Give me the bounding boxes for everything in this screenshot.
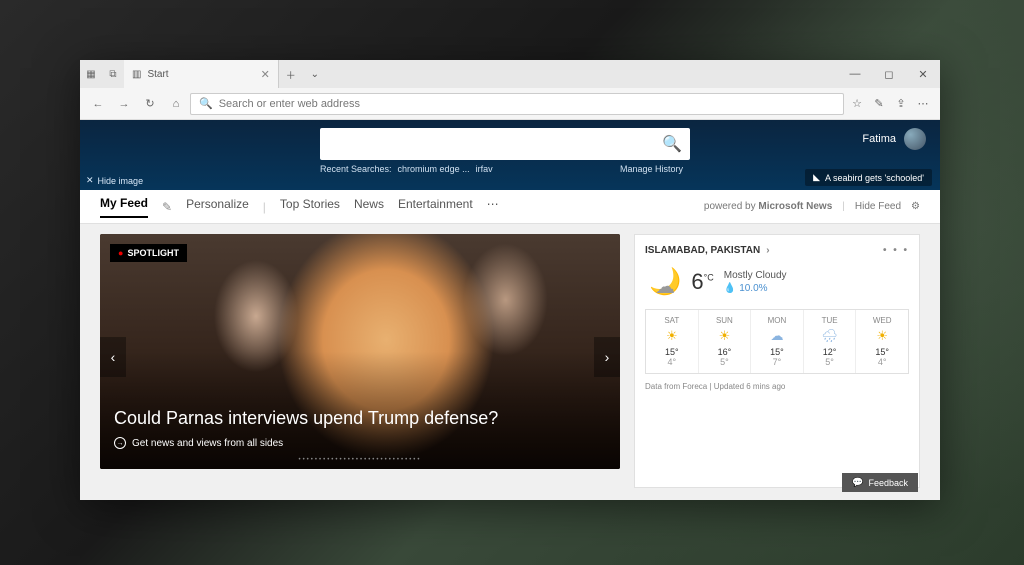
browser-window: ▦ ⧉ ▥ Start ✕ ＋ ⌄ — ◻ ✕ ← → ↻ ⌂ 🔍 Search… (80, 60, 940, 500)
droplet-icon: 💧 (724, 283, 736, 294)
day-name: WED (858, 316, 906, 325)
tab-news[interactable]: News (354, 197, 384, 217)
bing-icon: ◣ (813, 172, 820, 183)
low-temp: 4° (858, 357, 906, 367)
high-temp: 15° (753, 347, 801, 357)
forecast-icon: ☀ (858, 328, 906, 344)
weather-precip: 💧 10.0% (724, 283, 787, 294)
user-name: Fatima (862, 133, 896, 145)
recent-search-link[interactable]: chromium edge ... (398, 164, 470, 174)
refresh-button[interactable]: ↻ (138, 97, 162, 110)
low-temp: 7° (753, 357, 801, 367)
new-tab-button[interactable]: ＋ (279, 67, 303, 82)
carousel-dots[interactable]: •••••••••••••••••••••••••••••• (298, 457, 421, 463)
carousel-next-button[interactable]: › (594, 337, 620, 377)
back-button[interactable]: ← (86, 98, 110, 110)
low-temp: 5° (806, 357, 854, 367)
spotlight-subline[interactable]: → Get news and views from all sides (114, 437, 283, 449)
favorite-button[interactable]: ☆ (846, 97, 868, 110)
tab-entertainment[interactable]: Entertainment (398, 197, 473, 217)
more-tabs-icon[interactable]: ⋯ (487, 197, 499, 217)
recent-searches: Recent Searches: chromium edge ... irfav (320, 164, 493, 174)
hero-search-input[interactable]: 🔍 (320, 128, 690, 160)
user-account[interactable]: Fatima (862, 128, 926, 150)
settings-icon[interactable]: ⚙ (911, 201, 920, 212)
address-placeholder: Search or enter web address (219, 98, 360, 110)
tab-favicon-icon: ▥ (132, 69, 141, 80)
reading-list-icon[interactable]: ✎ (868, 97, 890, 110)
maximize-button[interactable]: ◻ (872, 68, 906, 81)
close-icon: ✕ (86, 175, 94, 186)
toolbar: ← → ↻ ⌂ 🔍 Search or enter web address ☆ … (80, 88, 940, 120)
avatar (904, 128, 926, 150)
forecast-icon: ☀ (648, 328, 696, 344)
forecast-day[interactable]: WED ☀ 15°4° (856, 310, 908, 373)
high-temp: 15° (648, 347, 696, 357)
forecast-day[interactable]: SAT ☀ 15°4° (646, 310, 699, 373)
day-name: MON (753, 316, 801, 325)
arrow-right-icon: → (114, 437, 126, 449)
address-bar[interactable]: 🔍 Search or enter web address (190, 93, 844, 115)
forecast-icon: ☁ (753, 328, 801, 344)
pencil-icon: ✎ (162, 200, 172, 214)
weather-footer: Data from Foreca | Updated 6 mins ago (645, 382, 909, 391)
tab-my-feed[interactable]: My Feed (100, 196, 148, 218)
low-temp: 5° (701, 357, 749, 367)
feedback-button[interactable]: 💬 Feedback (842, 473, 918, 492)
spotlight-image (100, 234, 620, 469)
chevron-right-icon: › (766, 245, 769, 256)
search-icon: 🔍 (199, 97, 213, 110)
high-temp: 15° (858, 347, 906, 357)
day-name: TUE (806, 316, 854, 325)
feed-nav: My Feed ✎ Personalize | Top Stories News… (80, 190, 940, 224)
day-name: SUN (701, 316, 749, 325)
close-tab-icon[interactable]: ✕ (261, 68, 270, 81)
spotlight-headline: Could Parnas interviews upend Trump defe… (114, 408, 498, 429)
high-temp: 16° (701, 347, 749, 357)
content-area: ●SPOTLIGHT ‹ › Could Parnas interviews u… (80, 224, 940, 500)
spotlight-badge: ●SPOTLIGHT (110, 244, 187, 262)
tab-menu-icon[interactable]: ⌄ (303, 69, 327, 80)
weather-card: ISLAMABAD, PAKISTAN › • • • 🌙☁ 6°C Mostl… (634, 234, 920, 488)
forecast-day[interactable]: TUE 🌧 12°5° (804, 310, 857, 373)
forecast-row: SAT☀15°4°SUN☀16°5°MON☁15°7°TUE🌧12°5°WED☀… (645, 309, 909, 374)
minimize-button[interactable]: — (838, 68, 872, 81)
high-temp: 12° (806, 347, 854, 357)
weather-condition: Mostly Cloudy (724, 270, 787, 281)
share-button[interactable]: ⇪ (890, 97, 912, 110)
weather-current: 🌙☁ 6°C Mostly Cloudy 💧 10.0% (645, 256, 909, 309)
close-window-button[interactable]: ✕ (906, 68, 940, 81)
home-button[interactable]: ⌂ (164, 98, 188, 110)
manage-history-link[interactable]: Manage History (620, 164, 683, 174)
forecast-icon: ☀ (701, 328, 749, 344)
search-icon[interactable]: 🔍 (662, 134, 682, 154)
tabs-aside-icon[interactable]: ▦ (80, 69, 102, 80)
weather-more-icon[interactable]: • • • (883, 245, 909, 256)
titlebar: ▦ ⧉ ▥ Start ✕ ＋ ⌄ — ◻ ✕ (80, 60, 940, 88)
tabs-preview-icon[interactable]: ⧉ (102, 69, 124, 80)
recent-search-link[interactable]: irfav (476, 164, 493, 174)
browser-tab[interactable]: ▥ Start ✕ (124, 60, 279, 88)
bing-image-caption[interactable]: ◣ A seabird gets 'schooled' (805, 169, 932, 186)
day-name: SAT (648, 316, 696, 325)
forward-button[interactable]: → (112, 98, 136, 110)
low-temp: 4° (648, 357, 696, 367)
hide-feed-link[interactable]: Hide Feed (855, 201, 901, 212)
hero-banner: 🔍 Recent Searches: chromium edge ... irf… (80, 120, 940, 190)
spotlight-card[interactable]: ●SPOTLIGHT ‹ › Could Parnas interviews u… (100, 234, 620, 469)
forecast-day[interactable]: SUN ☀ 16°5° (699, 310, 752, 373)
powered-by-label: powered by Microsoft News (704, 201, 832, 212)
weather-temp: 6°C (691, 269, 713, 295)
weather-icon: 🌙☁ (649, 266, 681, 297)
weather-location[interactable]: ISLAMABAD, PAKISTAN (645, 245, 760, 256)
forecast-icon: 🌧 (806, 328, 854, 344)
carousel-prev-button[interactable]: ‹ (100, 337, 126, 377)
tab-top-stories[interactable]: Top Stories (280, 197, 340, 217)
more-button[interactable]: ⋯ (912, 97, 934, 110)
tab-personalize[interactable]: Personalize (186, 197, 249, 217)
forecast-day[interactable]: MON ☁ 15°7° (751, 310, 804, 373)
tab-title: Start (147, 69, 168, 80)
chat-icon: 💬 (852, 477, 863, 488)
hide-image-button[interactable]: ✕ Hide image (86, 175, 143, 186)
